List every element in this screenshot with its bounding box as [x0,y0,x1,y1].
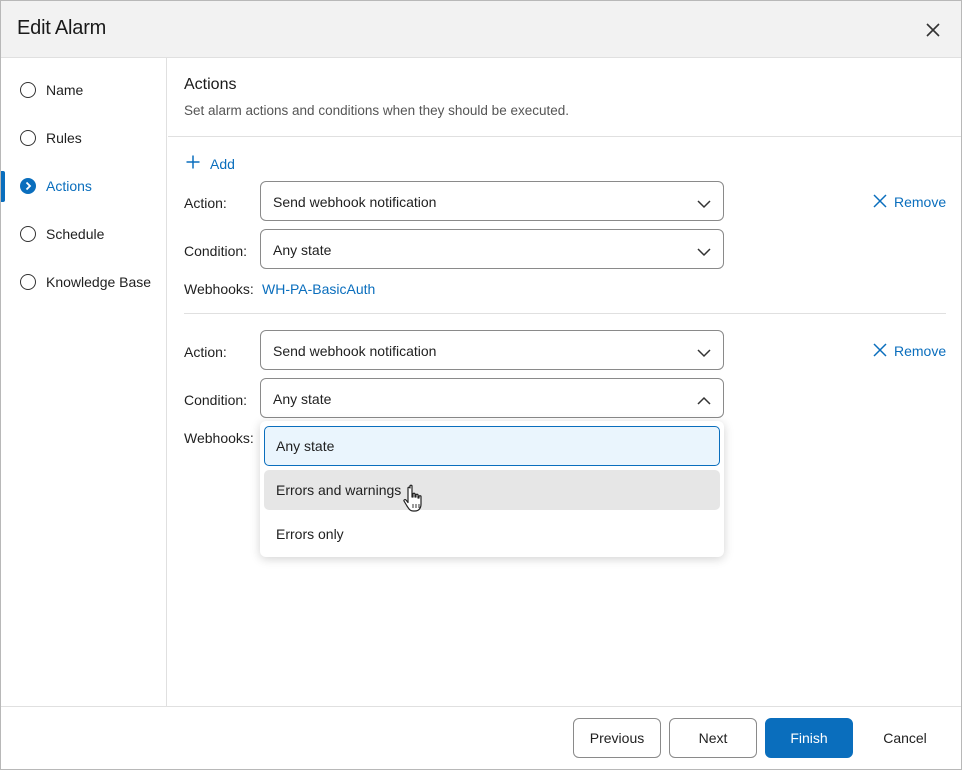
plus-icon [186,155,200,169]
condition-label: Condition: [184,392,248,408]
condition-value: Any state [273,391,332,407]
finish-button[interactable]: Finish [765,718,853,758]
close-icon [873,194,887,208]
radio-icon [20,226,36,242]
remove-label: Remove [894,343,947,359]
step-actions[interactable]: Actions [1,166,166,206]
step-name[interactable]: Name [1,70,166,110]
action-label: Action: [184,195,227,211]
dialog-footer: Previous Next Finish Cancel [1,706,961,769]
edit-alarm-dialog: Edit Alarm Name Rules Actions Schedule K… [0,0,962,770]
action-select[interactable]: Send webhook notification [260,330,724,370]
section-title: Actions [184,76,237,93]
action-value: Send webhook notification [273,194,437,210]
section-description: Set alarm actions and conditions when th… [184,103,569,118]
option-label: Any state [276,438,335,454]
chevron-down-icon [697,244,711,257]
dialog-header: Edit Alarm [1,1,961,58]
step-label: Schedule [46,226,105,242]
step-label: Name [46,82,84,98]
radio-icon [20,82,36,98]
radio-icon [20,130,36,146]
condition-select-open[interactable]: Any state [260,378,724,418]
hand-pointer-icon [401,484,427,514]
webhook-link[interactable]: WH-PA-BasicAuth [262,281,375,297]
close-icon [873,343,887,357]
webhooks-label: Webhooks: [184,281,254,297]
option-label: Errors and warnings [276,482,402,498]
action-value: Send webhook notification [273,343,437,359]
chevron-right-circle-icon [20,178,36,194]
step-rules[interactable]: Rules [1,118,166,158]
wizard-steps-sidebar: Name Rules Actions Schedule Knowledge Ba… [1,58,167,706]
action-select[interactable]: Send webhook notification [260,181,724,221]
cancel-button[interactable]: Cancel [861,718,949,758]
dropdown-option-errors-and-warnings[interactable]: Errors and warnings [264,470,720,510]
condition-select[interactable]: Any state [260,229,724,269]
chevron-up-icon [697,393,711,405]
close-icon[interactable] [921,18,945,42]
option-label: Errors only [276,526,344,542]
condition-label: Condition: [184,243,248,259]
chevron-down-icon [697,196,711,209]
step-label: Rules [46,130,82,146]
previous-button[interactable]: Previous [573,718,661,758]
divider [184,313,946,314]
step-label: Actions [46,178,92,194]
section-header: Actions Set alarm actions and conditions… [168,58,961,137]
condition-dropdown-menu: Any state Errors and warnings Errors onl… [260,421,724,557]
webhooks-label: Webhooks: [184,430,254,446]
step-knowledge-base[interactable]: Knowledge Base [1,262,166,302]
dialog-title: Edit Alarm [17,17,107,39]
action-label: Action: [184,344,227,360]
chevron-down-icon [697,345,711,358]
step-label: Knowledge Base [46,274,152,290]
dropdown-option-errors-only[interactable]: Errors only [264,514,720,554]
next-button[interactable]: Next [669,718,757,758]
dropdown-option-any-state[interactable]: Any state [264,426,720,466]
step-schedule[interactable]: Schedule [1,214,166,254]
condition-value: Any state [273,242,332,258]
add-label: Add [210,156,235,172]
main-content: Actions Set alarm actions and conditions… [168,58,961,706]
radio-icon [20,274,36,290]
remove-label: Remove [894,194,947,210]
